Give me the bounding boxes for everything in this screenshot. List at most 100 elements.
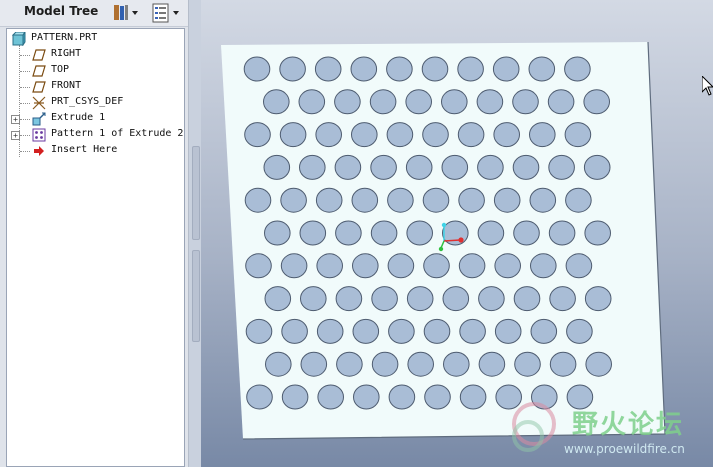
hole: [514, 351, 541, 377]
hole: [528, 56, 556, 82]
hole: [314, 56, 342, 82]
hole: [336, 351, 363, 377]
watermark-url: www.proewildfire.cn: [564, 442, 685, 456]
hole: [387, 187, 414, 213]
watermark-cn-text: 野火论坛: [572, 410, 685, 440]
hole: [421, 56, 449, 82]
hole: [493, 122, 521, 148]
mouse-cursor-icon: [702, 76, 713, 96]
hole: [245, 253, 272, 279]
hole: [458, 253, 486, 279]
hole: [246, 384, 273, 410]
expand-toggle[interactable]: +: [11, 115, 20, 124]
hole: [423, 318, 451, 344]
hole: [371, 351, 399, 377]
perforated-plate: [221, 41, 666, 440]
hole: [564, 56, 591, 82]
hole: [264, 286, 292, 312]
hole: [442, 286, 470, 312]
hole: [459, 384, 487, 410]
hole: [477, 154, 504, 180]
tree-item-insert-here[interactable]: Insert Here: [7, 143, 184, 159]
tree-item-label: Insert Here: [51, 144, 118, 155]
hole: [279, 56, 306, 82]
hole: [492, 56, 520, 82]
hole: [406, 286, 434, 312]
hole: [458, 187, 485, 213]
hole: [370, 154, 397, 180]
hole: [457, 122, 485, 148]
hole: [529, 187, 557, 213]
hole: [530, 253, 557, 279]
hole: [335, 220, 362, 246]
hole: [583, 89, 611, 115]
hole: [371, 286, 398, 312]
hole: [386, 122, 414, 148]
insert-arrow-icon: [34, 146, 44, 156]
hole: [281, 384, 309, 410]
hole: [441, 89, 468, 115]
hole: [351, 122, 378, 148]
tree-item-front[interactable]: FRONT: [7, 79, 184, 95]
hole: [405, 89, 432, 115]
hole: [316, 318, 344, 344]
hole: [265, 351, 292, 377]
hole: [584, 286, 612, 312]
hole: [334, 89, 361, 115]
hole: [300, 286, 327, 312]
model-tree-pane: Model Tree PATTERN.PRT RIGHT TOP FRONT P…: [0, 0, 188, 467]
hole: [493, 187, 521, 213]
settings-button[interactable]: [112, 3, 140, 23]
hole: [334, 154, 362, 180]
hole: [298, 89, 326, 115]
hole: [352, 318, 380, 344]
tree-item-right[interactable]: RIGHT: [7, 47, 184, 63]
hole: [351, 187, 379, 213]
hole: [280, 253, 308, 279]
tree-item-pattern-1[interactable]: + Pattern 1 of Extrude 2: [7, 127, 184, 143]
hole: [422, 187, 450, 213]
hole: [422, 122, 449, 148]
datum-plane-icon: [32, 49, 46, 61]
show-button[interactable]: [150, 3, 184, 23]
hole: [478, 286, 505, 312]
hole: [317, 384, 344, 410]
hole: [299, 220, 327, 246]
tree-item-label: Pattern 1 of Extrude 2: [51, 128, 184, 139]
tree-columns-icon: [152, 3, 179, 23]
splitter-grip-top[interactable]: [192, 146, 200, 240]
hole: [566, 318, 593, 344]
tree-item-label: PRT_CSYS_DEF: [51, 96, 124, 107]
hole: [352, 253, 379, 279]
hole: [547, 89, 575, 115]
hole: [353, 384, 380, 410]
hole: [245, 318, 273, 344]
hole: [549, 351, 577, 377]
hole: [423, 253, 450, 279]
hole: [369, 89, 397, 115]
hole: [335, 286, 363, 312]
hole: [443, 351, 470, 377]
part-icon: [12, 32, 26, 46]
tree-item-extrude-1[interactable]: + Extrude 1: [7, 111, 184, 127]
hole: [388, 384, 416, 410]
hole: [478, 351, 506, 377]
hole: [494, 253, 522, 279]
hole: [512, 154, 540, 180]
hole: [513, 220, 540, 246]
expand-toggle[interactable]: +: [11, 131, 20, 140]
tree-item-label: PATTERN.PRT: [31, 32, 98, 43]
hole: [300, 351, 328, 377]
tree-item-prt-csys-def[interactable]: PRT_CSYS_DEF: [7, 95, 184, 111]
tree-item-label: FRONT: [51, 80, 82, 91]
hole: [405, 154, 433, 180]
tree-item-label: Extrude 1: [51, 112, 106, 123]
tree-item-top[interactable]: TOP: [7, 63, 184, 79]
hole: [424, 384, 451, 410]
hole: [280, 187, 307, 213]
tree-item-pattern-prt[interactable]: PATTERN.PRT: [7, 31, 184, 47]
hole: [585, 351, 613, 377]
graphics-viewport[interactable]: [201, 0, 713, 467]
splitter-grip-bottom[interactable]: [192, 250, 200, 342]
hole: [476, 89, 504, 115]
